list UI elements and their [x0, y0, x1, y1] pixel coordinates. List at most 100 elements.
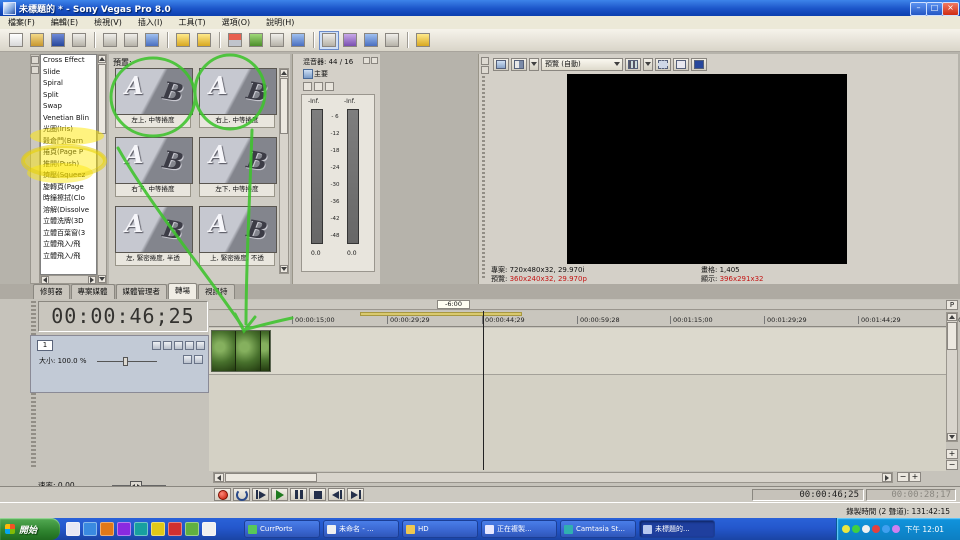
- properties-button[interactable]: [69, 31, 89, 50]
- track-mute-icon[interactable]: [174, 341, 183, 350]
- overlay-dropdown-icon[interactable]: [529, 58, 539, 71]
- list-item[interactable]: Slide: [41, 67, 96, 79]
- copy-snapshot-icon[interactable]: [673, 58, 689, 71]
- quicklaunch-icon[interactable]: [168, 522, 182, 536]
- playhead-cursor[interactable]: [483, 311, 484, 470]
- quicklaunch-icon[interactable]: [100, 522, 114, 536]
- dock-pin-icon[interactable]: [31, 66, 39, 74]
- undo-button[interactable]: [173, 31, 193, 50]
- presets-v-scrollbar[interactable]: [279, 68, 289, 274]
- list-item[interactable]: 光圈(Iris): [41, 124, 96, 136]
- list-item[interactable]: 溶解(Dissolve: [41, 205, 96, 217]
- meter-right-bar[interactable]: [347, 109, 359, 244]
- preview-dock-handle[interactable]: [482, 76, 485, 280]
- tray-icon[interactable]: [852, 525, 860, 533]
- preview-close-icon[interactable]: [481, 57, 489, 65]
- menu-view[interactable]: 檢視(V): [86, 17, 130, 28]
- preview-quality-dropdown[interactable]: 預覽 (自動): [541, 58, 623, 71]
- video-display[interactable]: [567, 74, 847, 264]
- video-track-lane[interactable]: [209, 328, 946, 375]
- taskbar-button[interactable]: CurrPorts: [244, 520, 320, 538]
- menu-insert[interactable]: 插入(I): [130, 17, 171, 28]
- mixer-alert-icon[interactable]: [325, 82, 334, 91]
- preset-thumbnail[interactable]: A B 右上, 中等捲度: [199, 68, 277, 128]
- scroll-up-icon[interactable]: [947, 313, 957, 321]
- envelope-tool-button[interactable]: [340, 31, 360, 50]
- track-solo-icon[interactable]: [185, 341, 194, 350]
- time-zoom-in-button[interactable]: +: [909, 472, 921, 482]
- track-number[interactable]: 1: [37, 340, 53, 351]
- auto-ripple-button[interactable]: [246, 31, 266, 50]
- track-bypass-icon[interactable]: [152, 341, 161, 350]
- play-button[interactable]: [271, 488, 288, 501]
- go-to-end-button[interactable]: [347, 488, 364, 501]
- transitions-h-scrollbar[interactable]: [40, 275, 97, 284]
- open-button[interactable]: [27, 31, 47, 50]
- play-from-start-button[interactable]: [252, 488, 269, 501]
- quicklaunch-icon[interactable]: [185, 522, 199, 536]
- track-level-slider-thumb[interactable]: [123, 357, 128, 366]
- grid-overlay-icon[interactable]: [625, 58, 641, 71]
- stop-button[interactable]: [309, 488, 326, 501]
- scroll-up-icon[interactable]: [98, 55, 106, 63]
- menu-file[interactable]: 檔案(F): [0, 17, 43, 28]
- zoom-tool-button[interactable]: [382, 31, 402, 50]
- scrollbar-thumb[interactable]: [98, 64, 106, 134]
- dock-close-icon[interactable]: [31, 56, 39, 64]
- list-item[interactable]: 推開(Push): [41, 159, 96, 171]
- taskbar-button-active[interactable]: 未標題的...: [639, 520, 715, 538]
- redo-button[interactable]: [194, 31, 214, 50]
- scroll-right-icon[interactable]: [88, 276, 96, 284]
- timeline-v-scrollbar[interactable]: [946, 312, 958, 442]
- list-item[interactable]: 時鐘擦拭(Clo: [41, 193, 96, 205]
- transitions-dock-handle[interactable]: [30, 54, 40, 284]
- start-button[interactable]: 開始: [0, 518, 60, 540]
- go-to-start-button[interactable]: [328, 488, 345, 501]
- tab-trimmer[interactable]: 修剪器: [33, 284, 70, 299]
- taskbar-button[interactable]: HD: [402, 520, 478, 538]
- mixer-insert-bus-icon[interactable]: [363, 57, 370, 64]
- minimize-button[interactable]: –: [910, 2, 927, 16]
- list-item[interactable]: 立體飛入/飛: [41, 239, 96, 251]
- preset-thumbnail[interactable]: A B 左下, 中等捲度: [199, 137, 277, 197]
- time-ruler[interactable]: 00:00:15;0000:00:29;29 00:00:44;2900:00:…: [209, 311, 958, 327]
- project-properties-icon[interactable]: [493, 58, 509, 71]
- ignore-grouping-button[interactable]: [288, 31, 308, 50]
- tray-icon[interactable]: [842, 525, 850, 533]
- tray-icon[interactable]: [892, 525, 900, 533]
- tab-media-manager[interactable]: 媒體管理者: [116, 284, 168, 299]
- scroll-left-icon[interactable]: [41, 276, 49, 284]
- track-composite-mode-icon[interactable]: [183, 355, 192, 364]
- list-item[interactable]: Spiral: [41, 78, 96, 90]
- close-button[interactable]: ×: [942, 2, 959, 16]
- pause-button[interactable]: [290, 488, 307, 501]
- loop-playback-button[interactable]: [233, 488, 250, 501]
- timeline-h-scrollbar[interactable]: [213, 472, 893, 483]
- mixer-properties-icon[interactable]: [371, 57, 378, 64]
- preset-thumbnail[interactable]: A B 上, 緊密捲度, 不透: [199, 206, 277, 266]
- menu-tools[interactable]: 工具(T): [170, 17, 213, 28]
- normal-edit-tool-button[interactable]: [319, 31, 339, 50]
- menu-help[interactable]: 說明(H): [258, 17, 302, 28]
- timeline-empty-area[interactable]: [209, 375, 946, 471]
- tray-icon[interactable]: [872, 525, 880, 533]
- list-item[interactable]: Swap: [41, 101, 96, 113]
- list-item[interactable]: 立體百葉窗(3: [41, 228, 96, 240]
- track-zoom-in-button[interactable]: +: [946, 449, 958, 459]
- preset-thumbnail[interactable]: A B 左, 緊密捲度, 半透: [115, 206, 193, 266]
- split-screen-icon[interactable]: [511, 58, 527, 71]
- quicklaunch-icon[interactable]: [151, 522, 165, 536]
- tab-video-fx[interactable]: 視訊特: [198, 284, 235, 299]
- marker-label[interactable]: -6:00: [437, 300, 470, 309]
- scroll-down-icon[interactable]: [98, 275, 106, 283]
- scroll-left-icon[interactable]: [214, 473, 224, 482]
- list-item[interactable]: Split: [41, 90, 96, 102]
- tab-transitions[interactable]: 轉場: [168, 283, 197, 299]
- track-zoom-out-button[interactable]: −: [946, 460, 958, 470]
- tray-icon[interactable]: [882, 525, 890, 533]
- preset-thumbnail[interactable]: A B 左上, 中等捲度: [115, 68, 193, 128]
- grid-dropdown-icon[interactable]: [643, 58, 653, 71]
- track-automation-icon[interactable]: [196, 341, 205, 350]
- preview-pin-icon[interactable]: [481, 66, 489, 74]
- list-item[interactable]: 立體飛入/飛: [41, 251, 96, 263]
